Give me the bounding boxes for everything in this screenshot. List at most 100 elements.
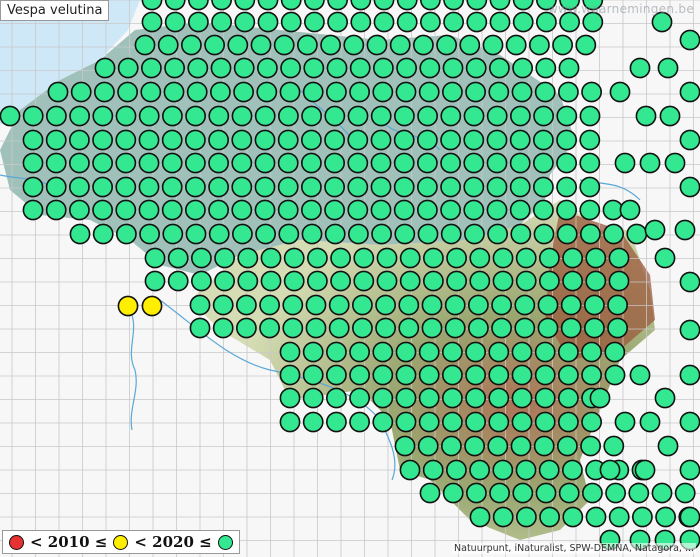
- occurrence-dot-green: [300, 199, 322, 221]
- occurrence-dot-green: [515, 270, 537, 292]
- occurrence-dot-green: [373, 11, 395, 33]
- legend-yellow-dot: [113, 534, 129, 550]
- occurrence-dot-green: [512, 57, 534, 79]
- occurrence-dot-green: [486, 176, 508, 198]
- occurrence-dot-green: [440, 129, 462, 151]
- occurrence-dot-green: [231, 152, 253, 174]
- occurrence-dot-green: [416, 152, 438, 174]
- legend: < 2010 ≤ < 2020 ≤: [2, 530, 240, 554]
- occurrence-dot-green: [489, 11, 511, 33]
- occurrence-dot-green: [138, 129, 160, 151]
- occurrence-dot-green: [138, 105, 160, 127]
- occurrence-dot-green: [212, 294, 234, 316]
- occurrence-dot-green: [418, 411, 440, 433]
- occurrence-dot-green: [562, 270, 584, 292]
- occurrence-dot-green: [208, 129, 230, 151]
- occurrence-dot-green: [117, 57, 139, 79]
- occurrence-dot-green: [185, 105, 207, 127]
- occurrence-dot-green: [69, 105, 91, 127]
- occurrence-dot-green: [654, 247, 676, 269]
- occurrence-dot-green: [273, 34, 295, 56]
- occurrence-dot-green: [231, 223, 253, 245]
- occurrence-dot-green: [529, 34, 550, 56]
- occurrence-dot-green: [254, 152, 276, 174]
- occurrence-dot-green: [161, 129, 183, 151]
- occurrence-dot-green: [488, 81, 510, 103]
- occurrence-dot-green: [254, 105, 276, 127]
- occurrence-dot-green: [349, 411, 371, 433]
- occurrence-dot-green: [375, 317, 397, 339]
- occurrence-dot-green: [639, 411, 661, 433]
- occurrence-dot-green: [679, 364, 700, 386]
- occurrence-dot-green: [115, 105, 137, 127]
- occurrence-dot-green: [233, 81, 255, 103]
- occurrence-dot-green: [589, 387, 611, 409]
- occurrence-dot-green: [324, 105, 346, 127]
- legend-label-1: < 2010 ≤: [30, 533, 108, 551]
- occurrence-dot-green: [579, 199, 601, 221]
- occurrence-dot-green: [512, 482, 534, 504]
- occurrence-dot-green: [534, 387, 556, 409]
- occurrence-dot-green: [325, 81, 347, 103]
- occurrence-dot-green: [579, 176, 601, 198]
- occurrence-dot-green: [459, 34, 481, 56]
- occurrence-dot-green: [444, 317, 466, 339]
- occurrence-dot-green: [444, 294, 466, 316]
- occurrence-dot-green: [580, 435, 602, 457]
- occurrence-dot-green: [324, 152, 346, 174]
- occurrence-dot-green: [614, 152, 636, 174]
- occurrence-dot-green: [393, 152, 415, 174]
- occurrence-dot-green: [296, 34, 318, 56]
- occurrence-dot-green: [441, 364, 463, 386]
- occurrence-dot-green: [488, 364, 510, 386]
- occurrence-dot-green: [581, 411, 603, 433]
- occurrence-dot-green: [398, 294, 420, 316]
- occurrence-dot-green: [422, 270, 444, 292]
- occurrence-dot-green: [634, 459, 656, 481]
- occurrence-dot-green: [463, 129, 485, 151]
- occurrence-dot-green: [45, 129, 67, 151]
- occurrence-dot-green: [486, 105, 508, 127]
- occurrence-dot-green: [440, 105, 462, 127]
- occurrence-dot-green: [303, 57, 325, 79]
- occurrence-dot-green: [370, 129, 392, 151]
- occurrence-dot-green: [235, 294, 257, 316]
- occurrence-dot-green: [396, 57, 418, 79]
- occurrence-dot-green: [556, 176, 578, 198]
- credits: Natuurpunt, iNaturalist, SPW-DEMNA, Nata…: [452, 543, 696, 554]
- occurrence-dot-green: [330, 247, 352, 269]
- occurrence-dot-green: [440, 176, 462, 198]
- occurrence-dot-green: [208, 223, 230, 245]
- occurrence-dot-green: [510, 435, 532, 457]
- occurrence-dot-green: [510, 223, 532, 245]
- occurrence-dot-green: [539, 247, 560, 269]
- occurrence-dot-green: [441, 81, 463, 103]
- distribution-map: [0, 0, 700, 557]
- occurrence-dot-green: [442, 57, 464, 79]
- occurrence-dot-green: [301, 105, 323, 127]
- occurrence-dot-green: [302, 364, 324, 386]
- occurrence-dot-green: [558, 341, 579, 363]
- occurrence-dot-green: [442, 482, 464, 504]
- occurrence-dot-green: [509, 199, 531, 221]
- occurrence-dot-green: [190, 270, 212, 292]
- occurrence-dot-green: [534, 364, 556, 386]
- occurrence-dot-green: [138, 152, 160, 174]
- occurrence-dot-green: [233, 57, 255, 79]
- occurrence-dot-green: [306, 247, 328, 269]
- occurrence-dot-green: [204, 34, 226, 56]
- occurrence-dot-green: [516, 506, 537, 528]
- occurrence-dot-green: [579, 152, 601, 174]
- occurrence-dot-green: [511, 341, 533, 363]
- occurrence-dot-green: [608, 270, 630, 292]
- occurrence-dot-green: [256, 81, 278, 103]
- occurrence-dot-green: [393, 199, 415, 221]
- occurrence-dot-green: [184, 176, 206, 198]
- occurrence-dot-green: [579, 105, 601, 127]
- occurrence-dot-green: [488, 341, 510, 363]
- occurrence-dot-green: [418, 364, 440, 386]
- occurrence-dot-green: [302, 387, 324, 409]
- occurrence-dot-green: [558, 57, 580, 79]
- occurrence-dot-green: [607, 294, 629, 316]
- occurrence-dot-green: [349, 341, 371, 363]
